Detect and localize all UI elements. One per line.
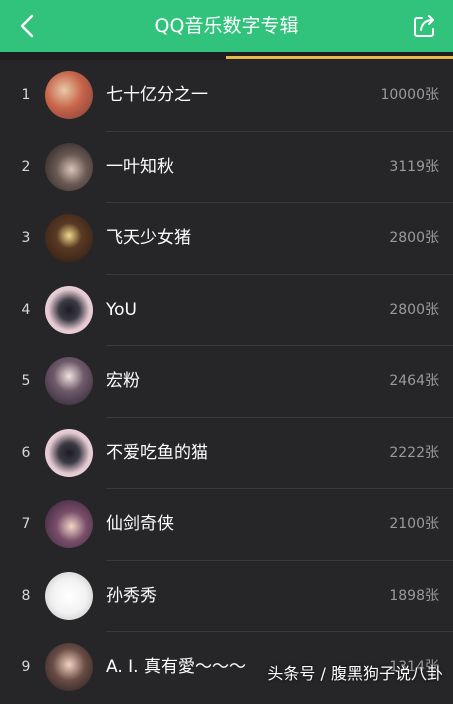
user-name: 一叶知秋 <box>106 132 174 203</box>
avatar[interactable] <box>45 500 93 548</box>
avatar[interactable] <box>45 214 93 262</box>
list-item[interactable]: 1 七十亿分之一 10000张 <box>0 60 453 132</box>
list-item[interactable]: 3 飞天少女猪 2800张 <box>0 203 453 275</box>
tab-bar <box>0 52 453 60</box>
user-name: 七十亿分之一 <box>106 60 208 131</box>
list-item[interactable]: 5 宏粉 2464张 <box>0 346 453 418</box>
tab-indicator <box>226 56 453 59</box>
avatar[interactable] <box>45 357 93 405</box>
share-icon[interactable] <box>411 12 439 40</box>
rank-number: 4 <box>14 275 38 346</box>
rank-number: 2 <box>14 132 38 203</box>
user-name: YoU <box>106 275 137 346</box>
user-name: A. I. 真有愛～～～ <box>106 632 246 703</box>
list-item[interactable]: 4 YoU 2800张 <box>0 275 453 347</box>
list-item[interactable]: 8 孙秀秀 1898张 <box>0 561 453 633</box>
album-count: 2800张 <box>389 203 439 274</box>
rank-number: 5 <box>14 346 38 417</box>
avatar[interactable] <box>45 286 93 334</box>
page-title: QQ音乐数字专辑 <box>0 0 453 52</box>
rank-number: 6 <box>14 418 38 489</box>
album-count: 2800张 <box>389 275 439 346</box>
album-count: 2222张 <box>389 418 439 489</box>
user-name: 飞天少女猪 <box>106 203 191 274</box>
rank-number: 3 <box>14 203 38 274</box>
album-count: 2100张 <box>389 489 439 560</box>
app-header: QQ音乐数字专辑 <box>0 0 453 52</box>
rank-number: 7 <box>14 489 38 560</box>
rank-number: 1 <box>14 60 38 131</box>
rank-number: 8 <box>14 561 38 632</box>
watermark-text: 头条号 / 腹黑狗子说八卦 <box>267 660 443 684</box>
user-name: 仙剑奇侠 <box>106 489 174 560</box>
user-name: 孙秀秀 <box>106 561 157 632</box>
ranking-list: 1 七十亿分之一 10000张 2 一叶知秋 3119张 3 飞天少女猪 280… <box>0 60 453 704</box>
user-name: 宏粉 <box>106 346 140 417</box>
album-count: 1898张 <box>389 561 439 632</box>
avatar[interactable] <box>45 143 93 191</box>
rank-number: 9 <box>14 632 38 703</box>
avatar[interactable] <box>45 572 93 620</box>
list-item[interactable]: 7 仙剑奇侠 2100张 <box>0 489 453 561</box>
list-item[interactable]: 2 一叶知秋 3119张 <box>0 132 453 204</box>
avatar[interactable] <box>45 643 93 691</box>
list-item[interactable]: 6 不爱吃鱼的猫 2222张 <box>0 418 453 490</box>
avatar[interactable] <box>45 71 93 119</box>
album-count: 3119张 <box>389 132 439 203</box>
album-count: 2464张 <box>389 346 439 417</box>
avatar[interactable] <box>45 429 93 477</box>
user-name: 不爱吃鱼的猫 <box>106 418 208 489</box>
album-count: 10000张 <box>380 60 439 131</box>
